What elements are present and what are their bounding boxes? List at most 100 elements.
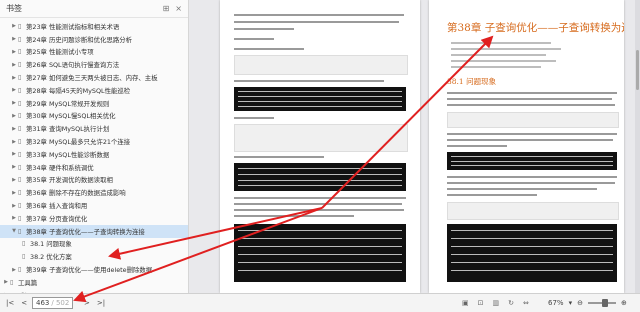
fit-width-icon[interactable]: ⇔ [523, 299, 529, 307]
view-mode-icon[interactable]: ▣ [462, 299, 469, 307]
bookmark-label: 第33章 MySQL性能诊断数据 [26, 150, 110, 159]
chevron-right-icon[interactable]: ▶ [10, 100, 18, 106]
bookmark-item[interactable]: ▶ ▯ 第26章 SQL语句执行慢查询方法 [0, 58, 188, 71]
bookmark-label: 38.2 优化方案 [30, 253, 72, 262]
chevron-right-icon[interactable]: ▶ [10, 87, 18, 93]
expand-icon[interactable]: ⊞ [163, 4, 170, 13]
bookmark-label: 第34章 硬件和系统调优 [26, 163, 94, 172]
bookmark-label: 第35章 开发调优的数据读取相 [26, 176, 113, 185]
bookmark-item[interactable]: ▶ ▯ 第39章 子查询优化——使用delete删除数据 [0, 263, 188, 276]
chevron-right-icon[interactable]: ▶ [10, 215, 18, 221]
bookmark-item[interactable]: ▶ ▯ 第23章 性能测试指标和相关术语 [0, 20, 188, 33]
bookmark-icon: ▯ [18, 74, 22, 82]
chapter-title: 第38章 子查询优化——子查询转换为连接 [447, 22, 624, 34]
zoom-slider[interactable] [587, 299, 616, 307]
bookmark-icon: ▯ [18, 99, 22, 107]
bookmark-item[interactable]: ▶ ▯ 第29章 MySQL常规开发规则 [0, 97, 188, 110]
bookmark-item[interactable]: ▯ 38.2 优化方案 [0, 250, 188, 263]
chevron-right-icon[interactable]: ▶ [10, 36, 18, 42]
bookmark-item[interactable]: ▶ ▯ 第36章 删除不存在的数据造成影响 [0, 186, 188, 199]
bookmark-icon: ▯ [10, 278, 14, 286]
vertical-scrollbar[interactable] [635, 0, 640, 293]
chevron-right-icon[interactable]: ▶ [10, 190, 18, 196]
bookmark-label: 第27章 如何避免三天两头被日志、内存、主板 [26, 74, 158, 83]
bookmark-label: 38.1 问题现象 [30, 240, 72, 249]
scroll-thumb[interactable] [636, 50, 639, 90]
bookmark-label: 第36章 插入查询和用 [26, 202, 88, 211]
chevron-right-icon[interactable]: ▶ [10, 23, 18, 29]
bookmark-label: 第23章 性能测试指标和相关术语 [26, 22, 120, 31]
bookmark-label: 第29章 MySQL常规开发规则 [26, 99, 110, 108]
chevron-right-icon[interactable]: ▶ [2, 279, 10, 285]
bookmark-label: 第39章 子查询优化——使用delete删除数据 [26, 266, 153, 275]
section-title: 38.1 问题现象 [447, 77, 497, 86]
bookmark-tree: ▶ ▯ 第23章 性能测试指标和相关术语 ▶ ▯ 第24章 历史问题诊断和优化思路分析 ▶ ▯… [0, 18, 188, 302]
bookmark-item[interactable]: ▶ ▯ 第37章 分页查询优化 [0, 212, 188, 225]
bookmark-item[interactable]: ▶ ▯ 第30章 MySQL慢SQL相关优化 [0, 110, 188, 123]
sidebar-title: 书签 [6, 4, 22, 13]
chevron-right-icon[interactable]: ▶ [10, 75, 18, 81]
bookmark-icon: ▯ [22, 240, 26, 248]
bookmark-item[interactable]: ▶ ▯ 第32章 MySQL最多只允许21个连接 [0, 135, 188, 148]
zoom-out-icon[interactable]: ⊖ [577, 299, 583, 307]
chevron-right-icon[interactable]: ▶ [10, 113, 18, 119]
close-icon[interactable]: × [175, 4, 182, 13]
bookmark-item[interactable]: ▶ ▯ 工具篇 [0, 276, 188, 289]
bookmark-item[interactable]: ▯ 38.1 问题现象 [0, 238, 188, 251]
bookmark-item[interactable]: ▶ ▯ 第25章 性能测试小专项 [0, 46, 188, 59]
bookmark-label: 第30章 MySQL慢SQL相关优化 [26, 112, 116, 121]
bookmark-icon: ▯ [22, 253, 26, 261]
chevron-right-icon[interactable]: ▶ [10, 151, 18, 157]
bookmark-label: 第28章 每隔45天的MySQL性能巡检 [26, 86, 131, 95]
chevron-right-icon[interactable]: ▶ [10, 267, 18, 273]
bookmarks-sidebar: 书签 ⊞ × ▶ ▯ 第23章 性能测试指标和相关术语 ▶ ▯ 第24章 历史问题诊断和优… [0, 0, 189, 300]
bookmark-item[interactable]: ▶ ▯ 第36章 插入查询和用 [0, 199, 188, 212]
bookmark-label: 第36章 删除不存在的数据造成影响 [26, 189, 126, 198]
bookmark-icon: ▯ [18, 112, 22, 120]
bookmark-icon: ▯ [18, 202, 22, 210]
bookmark-label: 工具篇 [18, 278, 38, 287]
chevron-right-icon[interactable]: ▶ [10, 177, 18, 183]
bookmark-icon: ▯ [18, 150, 22, 158]
bookmark-item[interactable]: ▶ ▯ 第27章 如何避免三天两头被日志、内存、主板 [0, 71, 188, 84]
chevron-down-icon[interactable]: ▼ [10, 228, 18, 234]
chevron-right-icon[interactable]: ▶ [10, 164, 18, 170]
bookmark-label: 第26章 SQL语句执行慢查询方法 [26, 61, 120, 70]
zoom-dropdown-icon[interactable]: ▾ [569, 299, 573, 307]
chevron-right-icon[interactable]: ▶ [10, 62, 18, 68]
bookmark-icon: ▯ [18, 176, 22, 184]
document-viewport[interactable]: 第38章 子查询优化——子查询转换为连接 38.1 问题现象 [189, 0, 640, 293]
bookmark-icon: ▯ [18, 266, 22, 274]
zoom-level[interactable]: 67% [548, 299, 564, 307]
bookmark-item[interactable]: ▶ ▯ 第28章 每隔45天的MySQL性能巡检 [0, 84, 188, 97]
bookmark-item[interactable]: ▶ ▯ 第35章 开发调优的数据读取相 [0, 174, 188, 187]
bookmark-icon: ▯ [18, 61, 22, 69]
next-page-icon[interactable]: > [84, 299, 90, 307]
prev-page-icon[interactable]: < [21, 299, 27, 307]
chevron-right-icon[interactable]: ▶ [10, 139, 18, 145]
fit-page-icon[interactable]: ⊡ [478, 299, 484, 307]
bookmark-label: 第31章 查询MySQL执行计划 [26, 125, 110, 134]
chevron-right-icon[interactable]: ▶ [10, 203, 18, 209]
rotate-icon[interactable]: ↻ [508, 299, 514, 307]
first-page-icon[interactable]: |< [6, 299, 14, 307]
bookmark-item[interactable]: ▶ ▯ 第31章 查询MySQL执行计划 [0, 122, 188, 135]
chevron-right-icon[interactable]: ▶ [10, 49, 18, 55]
bookmark-label: 第25章 性能测试小专项 [26, 48, 94, 57]
page-number-field[interactable]: 463 / 502 [32, 297, 74, 309]
document-page-right: 第38章 子查询优化——子查询转换为连接 38.1 问题现象 [429, 0, 624, 293]
bookmark-icon: ▯ [18, 214, 22, 222]
sidebar-header: 书签 ⊞ × [0, 0, 188, 18]
chevron-right-icon[interactable]: ▶ [10, 126, 18, 132]
last-page-icon[interactable]: >| [97, 299, 105, 307]
bookmark-item[interactable]: ▼ ▯ 第38章 子查询优化——子查询转换为连接 [0, 224, 188, 238]
bookmark-item[interactable]: ▶ ▯ 第24章 历史问题诊断和优化思路分析 [0, 33, 188, 46]
zoom-in-icon[interactable]: ⊕ [621, 299, 627, 307]
two-page-icon[interactable]: ▥ [493, 299, 500, 307]
bookmark-icon: ▯ [18, 163, 22, 171]
bookmark-label: 第37章 分页查询优化 [26, 214, 88, 223]
bookmark-item[interactable]: ▶ ▯ 第34章 硬件和系统调优 [0, 161, 188, 174]
document-page-left [220, 0, 420, 293]
bookmark-item[interactable]: ▶ ▯ 第33章 MySQL性能诊断数据 [0, 148, 188, 161]
page-number[interactable]: 463 [36, 299, 49, 307]
